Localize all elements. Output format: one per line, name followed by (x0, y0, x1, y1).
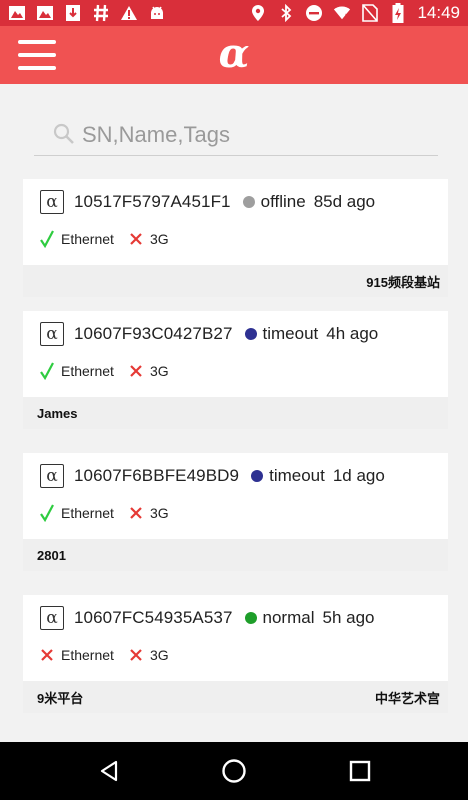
alpha-device-icon: α (40, 606, 64, 630)
status-dot-icon (244, 328, 257, 340)
device-card[interactable]: α 10517F5797A451F1 offline 85d ago Ether… (23, 179, 448, 265)
back-icon[interactable] (94, 756, 124, 786)
cross-icon (39, 646, 55, 664)
ethernet-label: Ethernet (61, 363, 114, 379)
warning-icon (120, 4, 138, 22)
tag-label: James (37, 405, 78, 421)
search-bar[interactable] (34, 116, 438, 156)
3g-label: 3G (149, 505, 169, 521)
search-input[interactable] (82, 120, 422, 150)
cross-icon (128, 230, 144, 248)
image-icon (36, 4, 54, 22)
device-status: timeout (262, 324, 319, 343)
3g-label: 3G (149, 647, 169, 663)
app-logo: α (218, 30, 250, 77)
download-icon (64, 4, 82, 22)
status-bar: 14:49 (0, 0, 468, 26)
status-dot-icon (251, 470, 264, 482)
ethernet-label: Ethernet (61, 647, 114, 663)
device-sn: 10607F6BBFE49BD9 (74, 466, 240, 485)
cross-icon (128, 646, 144, 664)
last-seen: 85d ago (313, 192, 376, 211)
tags-row: James (23, 397, 448, 429)
device-card[interactable]: α 10607FC54935A537 normal 5h ago Etherne… (23, 595, 448, 681)
home-icon[interactable] (219, 756, 249, 786)
search-icon (52, 122, 76, 146)
device-sn: 10517F5797A451F1 (74, 192, 231, 211)
recents-icon[interactable] (345, 756, 375, 786)
image-icon (8, 4, 26, 22)
android-icon (148, 4, 166, 22)
last-seen: 5h ago (322, 608, 375, 627)
last-seen: 1d ago (332, 466, 385, 485)
tag-label: 2801 (37, 547, 66, 563)
ethernet-label: Ethernet (61, 231, 114, 247)
alpha-device-icon: α (40, 190, 64, 214)
device-status: offline (260, 192, 306, 211)
check-icon (39, 362, 55, 380)
tag-label: 9米平台 (37, 690, 84, 706)
status-dot-icon (242, 196, 255, 208)
do-not-disturb-icon (305, 4, 323, 22)
battery-charging-icon (389, 3, 407, 23)
tags-row: 2801 (23, 539, 448, 571)
ethernet-label: Ethernet (61, 505, 114, 521)
device-sn: 10607FC54935A537 (74, 608, 233, 627)
device-status: normal (262, 608, 315, 627)
hash-icon (92, 4, 110, 22)
tags-row: 915频段基站 (23, 265, 448, 297)
location-icon (249, 4, 267, 22)
alpha-device-icon: α (40, 464, 64, 488)
3g-label: 3G (149, 231, 169, 247)
last-seen: 4h ago (326, 324, 379, 343)
check-icon (39, 230, 55, 248)
device-card[interactable]: α 10607F93C0427B27 timeout 4h ago Ethern… (23, 311, 448, 397)
device-status: timeout (269, 466, 325, 485)
check-icon (39, 504, 55, 522)
app-bar: α (0, 26, 468, 84)
3g-label: 3G (149, 363, 169, 379)
status-dot-icon (244, 612, 257, 624)
tag-label: 中华艺术宫 (374, 690, 440, 706)
no-sim-icon (361, 4, 379, 22)
tags-row: 9米平台 中华艺术宫 (23, 681, 448, 713)
clock-time: 14:49 (417, 3, 460, 22)
tag-label: 915频段基站 (366, 274, 440, 290)
device-card[interactable]: α 10607F6BBFE49BD9 timeout 1d ago Ethern… (23, 453, 448, 539)
navigation-bar (0, 742, 468, 800)
menu-icon[interactable] (18, 40, 56, 70)
cross-icon (128, 362, 144, 380)
cross-icon (128, 504, 144, 522)
device-list-screen: α 10517F5797A451F1 offline 85d ago Ether… (8, 84, 460, 742)
bluetooth-icon (277, 4, 295, 22)
wifi-icon (333, 4, 351, 22)
device-sn: 10607F93C0427B27 (74, 324, 233, 343)
alpha-device-icon: α (40, 322, 64, 346)
